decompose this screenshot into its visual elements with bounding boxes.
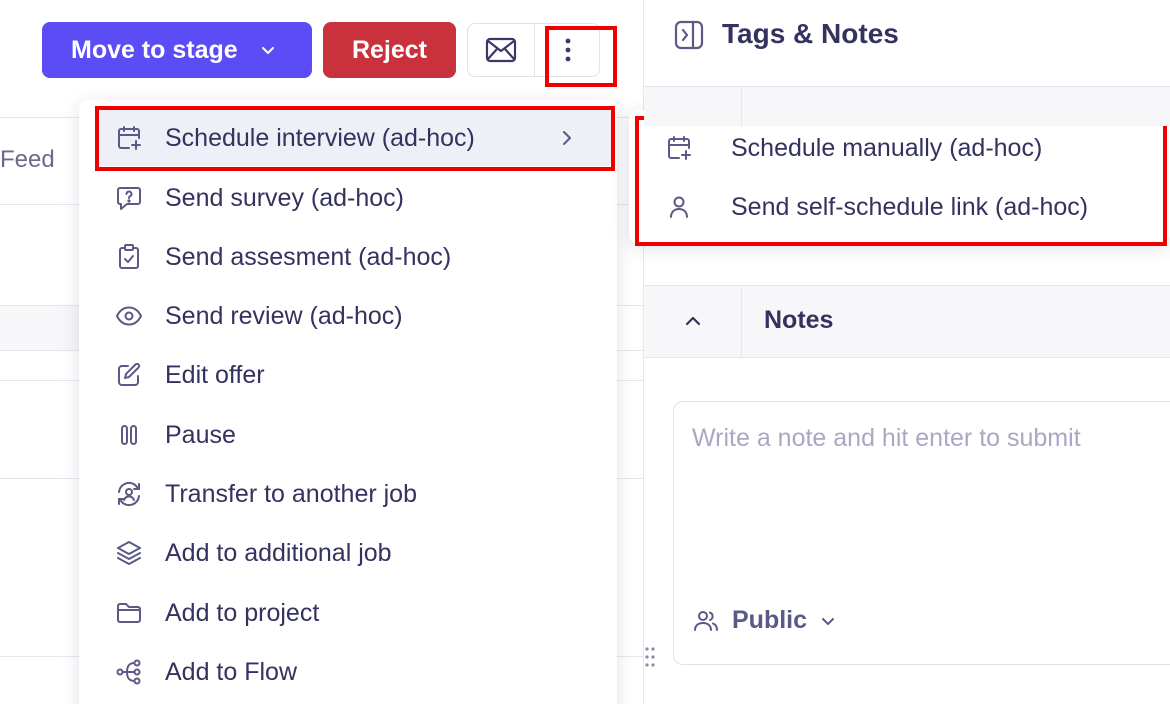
move-to-stage-label: Move to stage: [71, 35, 238, 64]
notes-section-header: Notes: [644, 285, 1170, 358]
schedule-interview-submenu: Schedule manually (ad-hoc) Send self-sch…: [629, 110, 1170, 244]
calendar-plus-icon: [665, 134, 693, 162]
panel-toggle-button[interactable]: [674, 20, 704, 50]
note-input[interactable]: [692, 424, 1162, 574]
flow-icon: [115, 658, 143, 686]
menu-item-label: Edit offer: [165, 360, 265, 389]
divider: [741, 87, 742, 127]
menu-item-schedule-interview[interactable]: Schedule interview (ad-hoc): [99, 110, 613, 166]
note-editor: Public: [673, 401, 1170, 665]
submenu-item-label: Send self-schedule link (ad-hoc): [731, 192, 1089, 221]
submenu-item-send-self-schedule-link[interactable]: Send self-schedule link (ad-hoc): [665, 179, 1145, 235]
more-actions-dropdown: Schedule interview (ad-hoc) Send survey …: [79, 100, 617, 704]
user-transfer-icon: [115, 480, 143, 508]
chevron-down-icon: [260, 42, 276, 58]
panel-title: Tags & Notes: [722, 18, 899, 49]
tags-section-header: [644, 86, 1170, 127]
section-strip: [0, 306, 80, 350]
visibility-dropdown[interactable]: Public: [692, 606, 837, 635]
action-icon-group: [467, 23, 600, 77]
menu-item-pause[interactable]: Pause: [99, 407, 613, 463]
move-to-stage-button[interactable]: Move to stage: [42, 22, 312, 78]
submenu-item-schedule-manually[interactable]: Schedule manually (ad-hoc): [665, 120, 1145, 176]
menu-item-transfer-job[interactable]: Transfer to another job: [99, 466, 613, 522]
menu-item-send-assessment[interactable]: Send assesment (ad-hoc): [99, 229, 613, 285]
menu-item-label: Pause: [165, 420, 236, 449]
menu-item-label: Add to additional job: [165, 538, 392, 567]
menu-item-label: Send survey (ad-hoc): [165, 183, 405, 212]
menu-item-add-additional-job[interactable]: Add to additional job: [99, 525, 613, 581]
menu-item-send-survey[interactable]: Send survey (ad-hoc): [99, 170, 613, 226]
mail-icon: [485, 37, 517, 63]
notes-title: Notes: [764, 306, 834, 334]
chevron-up-icon: [683, 311, 703, 331]
menu-item-label: Add to Flow: [165, 657, 298, 686]
divider: [741, 286, 742, 358]
menu-item-label: Add to project: [165, 598, 320, 627]
visibility-label: Public: [732, 606, 808, 634]
menu-item-send-review[interactable]: Send review (ad-hoc): [99, 288, 613, 344]
layers-icon: [115, 539, 143, 567]
chevron-down-icon: [819, 612, 837, 630]
calendar-plus-icon: [115, 124, 143, 152]
clipboard-check-icon: [115, 243, 143, 271]
folder-icon: [115, 599, 143, 627]
drag-handle[interactable]: [644, 646, 656, 668]
more-actions-button[interactable]: [535, 24, 600, 76]
chat-question-icon: [115, 184, 143, 212]
email-button[interactable]: [468, 24, 534, 76]
user-icon: [665, 193, 693, 221]
submenu-item-label: Schedule manually (ad-hoc): [731, 133, 1043, 162]
tab-feed[interactable]: Feed: [0, 146, 55, 174]
more-vertical-icon: [564, 38, 572, 62]
drag-dots-icon: [644, 646, 656, 668]
eye-icon: [115, 302, 143, 330]
menu-item-add-to-flow[interactable]: Add to Flow: [99, 644, 613, 700]
menu-item-label: Transfer to another job: [165, 479, 417, 508]
collapse-notes-button[interactable]: [680, 308, 706, 334]
menu-item-label: Send review (ad-hoc): [165, 301, 403, 330]
reject-button[interactable]: Reject: [323, 22, 456, 78]
chevron-right-icon: [555, 126, 579, 150]
menu-item-add-to-project[interactable]: Add to project: [99, 585, 613, 641]
pencil-square-icon: [115, 361, 143, 389]
menu-item-label: Schedule interview (ad-hoc): [165, 123, 475, 152]
pause-icon: [115, 421, 143, 449]
sidebar-toggle-icon: [674, 20, 704, 50]
users-icon: [692, 607, 720, 635]
menu-item-edit-offer[interactable]: Edit offer: [99, 347, 613, 403]
menu-item-label: Send assesment (ad-hoc): [165, 242, 452, 271]
